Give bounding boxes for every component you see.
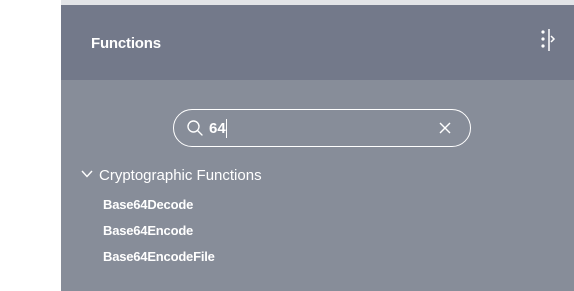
function-item-base64decode[interactable]: Base64Decode	[103, 196, 215, 222]
category-cryptographic-functions[interactable]: Cryptographic Functions	[81, 166, 262, 184]
search-input[interactable]	[209, 118, 429, 138]
panel-header: Functions	[61, 5, 574, 80]
category-label: Cryptographic Functions	[99, 167, 262, 184]
panel-collapse-icon[interactable]	[540, 27, 556, 53]
page: Functions 64 Cryptographic Functions Bas…	[0, 0, 574, 291]
text-cursor	[226, 119, 227, 138]
functions-panel: Functions 64 Cryptographic Functions Bas…	[61, 0, 574, 291]
function-item-base64encode[interactable]: Base64Encode	[103, 222, 215, 248]
chevron-down-icon	[81, 166, 93, 178]
function-item-base64encodefile[interactable]: Base64EncodeFile	[103, 248, 215, 274]
panel-title: Functions	[91, 35, 161, 52]
search-field[interactable]	[173, 109, 471, 147]
close-icon[interactable]	[438, 121, 452, 135]
function-list: Base64Decode Base64Encode Base64EncodeFi…	[103, 196, 215, 274]
search-icon	[186, 119, 204, 137]
